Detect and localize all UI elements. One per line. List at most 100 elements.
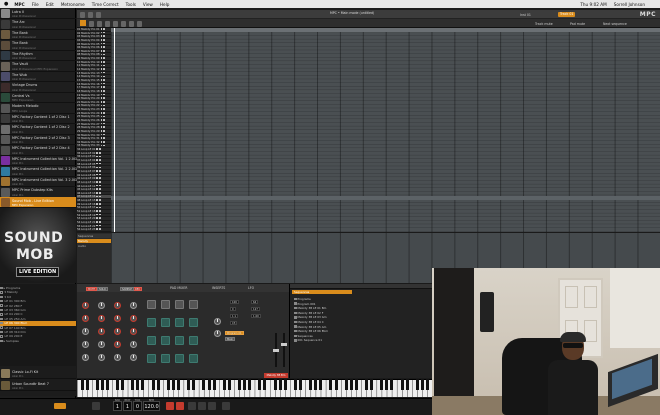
checkbox-icon[interactable] bbox=[0, 326, 3, 329]
expansion-item[interactable]: Central Vs MPC Expansion bbox=[0, 92, 76, 103]
menu-file[interactable]: File bbox=[32, 2, 39, 7]
program-select[interactable]: Program 01 bbox=[225, 331, 244, 335]
track-solo-icon[interactable] bbox=[98, 195, 101, 198]
menu-edit[interactable]: Edit bbox=[46, 2, 54, 7]
checkbox-icon[interactable] bbox=[0, 330, 3, 334]
menu-tools[interactable]: Tools bbox=[126, 2, 136, 7]
track-mute-icon[interactable] bbox=[96, 148, 98, 150]
black-key[interactable] bbox=[309, 379, 313, 390]
track-solo-icon[interactable] bbox=[103, 137, 105, 139]
track-mute-icon[interactable] bbox=[100, 79, 103, 81]
redo-icon[interactable] bbox=[137, 21, 142, 27]
pad[interactable] bbox=[189, 336, 198, 345]
menu-metronome[interactable]: Metronome bbox=[61, 2, 85, 7]
knob[interactable] bbox=[130, 354, 137, 361]
program-row[interactable]: Programs bbox=[294, 297, 311, 301]
knob[interactable] bbox=[130, 341, 137, 348]
track-mute-icon[interactable] bbox=[100, 93, 103, 96]
label-track-mute[interactable]: Track mute bbox=[535, 22, 553, 26]
track-mute-icon[interactable] bbox=[100, 133, 103, 136]
black-key[interactable] bbox=[380, 379, 384, 390]
black-key[interactable] bbox=[116, 379, 120, 390]
program-browser-highlight[interactable]: Sequences bbox=[292, 290, 352, 294]
track-solo-icon[interactable] bbox=[98, 170, 101, 172]
expansion-item[interactable]: Sound Mob - Live Edition MPC Expansion bbox=[0, 197, 76, 208]
track-solo-icon[interactable] bbox=[103, 46, 105, 48]
track-solo-icon[interactable] bbox=[98, 210, 101, 212]
knob[interactable] bbox=[130, 302, 137, 309]
track-mute-icon[interactable] bbox=[100, 101, 103, 103]
track-mute-icon[interactable] bbox=[100, 75, 103, 78]
black-key[interactable] bbox=[243, 379, 247, 390]
track-solo-icon[interactable] bbox=[98, 224, 101, 227]
black-key[interactable] bbox=[166, 379, 170, 390]
timeline-selection[interactable] bbox=[111, 28, 660, 32]
track-solo-icon[interactable] bbox=[103, 35, 105, 38]
track-mute-icon[interactable] bbox=[96, 221, 98, 223]
track-mute-icon[interactable] bbox=[96, 151, 98, 154]
checkbox-icon[interactable] bbox=[0, 321, 3, 325]
track-mute-icon[interactable] bbox=[100, 104, 103, 107]
expansion-item[interactable]: MPC Instrument Collection Vol. 3 2.0GHz A… bbox=[0, 176, 81, 187]
track-mute-icon[interactable] bbox=[100, 111, 103, 114]
black-key[interactable] bbox=[258, 379, 262, 390]
track-solo-icon[interactable] bbox=[98, 177, 101, 180]
black-key[interactable] bbox=[263, 379, 267, 390]
undo-icon[interactable] bbox=[129, 21, 134, 27]
track-solo-icon[interactable] bbox=[98, 159, 101, 161]
draw-tool-icon[interactable] bbox=[105, 21, 110, 27]
track-solo-icon[interactable] bbox=[103, 101, 105, 103]
black-key[interactable] bbox=[415, 379, 419, 390]
knob[interactable] bbox=[98, 302, 105, 309]
checkbox-icon[interactable] bbox=[0, 286, 3, 290]
black-key[interactable] bbox=[80, 379, 84, 390]
track-mute-icon[interactable] bbox=[100, 141, 103, 143]
track-solo-icon[interactable] bbox=[103, 82, 105, 85]
knob[interactable] bbox=[114, 315, 121, 322]
track-mute-icon[interactable] bbox=[96, 210, 98, 212]
pad[interactable] bbox=[161, 336, 170, 345]
black-key[interactable] bbox=[131, 379, 135, 390]
metronome-icon[interactable] bbox=[92, 402, 100, 410]
black-key[interactable] bbox=[151, 379, 155, 390]
main-mode-button[interactable] bbox=[80, 12, 85, 18]
black-key[interactable] bbox=[405, 379, 409, 390]
expansion-item[interactable]: MPC Factory Content 1 of 2 Disc 1 Akai Pr… bbox=[0, 113, 76, 124]
track-mute-icon[interactable] bbox=[100, 35, 103, 38]
track-solo-icon[interactable] bbox=[98, 228, 101, 230]
track-solo-icon[interactable] bbox=[98, 188, 101, 190]
expansion-item[interactable]: MPC Factory Content 1 of 2 Disc 2 Akai Pr… bbox=[0, 124, 76, 135]
black-key[interactable] bbox=[136, 379, 140, 390]
pad[interactable] bbox=[175, 318, 184, 327]
track-solo-icon[interactable] bbox=[98, 199, 101, 201]
output-fader-cap[interactable] bbox=[281, 343, 287, 346]
black-key[interactable] bbox=[227, 379, 231, 390]
browser-button[interactable] bbox=[88, 12, 93, 18]
bar-counter[interactable]: BAR 1 bbox=[113, 399, 122, 411]
knob[interactable] bbox=[82, 341, 89, 348]
output-select[interactable]: Main bbox=[225, 337, 235, 341]
track-mute-icon[interactable] bbox=[100, 53, 103, 56]
track-mute-icon[interactable] bbox=[96, 162, 98, 165]
expansion-item[interactable]: Lutra II Akai Professional bbox=[0, 8, 76, 19]
expansion-item[interactable]: MPC Factory Content 2 of 2 Disc 3 Akai Pr… bbox=[0, 134, 76, 145]
track-mute-icon[interactable] bbox=[100, 71, 103, 74]
rec-button[interactable]: REC bbox=[133, 287, 143, 291]
track-mute-icon[interactable] bbox=[96, 170, 98, 172]
track-solo-icon[interactable] bbox=[98, 217, 101, 220]
track-solo-icon[interactable] bbox=[98, 184, 101, 187]
bpm-display[interactable]: BPM 120.0 bbox=[143, 399, 160, 411]
black-key[interactable] bbox=[207, 379, 211, 390]
track-solo-icon[interactable] bbox=[103, 108, 105, 110]
black-key[interactable] bbox=[273, 379, 277, 390]
black-key[interactable] bbox=[298, 379, 302, 390]
track-solo-icon[interactable] bbox=[98, 162, 101, 165]
track-mute-icon[interactable] bbox=[96, 195, 98, 198]
track-mute-icon[interactable] bbox=[96, 224, 98, 227]
expansion-item[interactable]: Vintage Drums Akai Professional bbox=[0, 82, 76, 93]
track-row[interactable]: 56 Loop LE 23 bbox=[77, 228, 111, 232]
track-solo-icon[interactable] bbox=[103, 111, 105, 114]
pad[interactable] bbox=[175, 336, 184, 345]
pad[interactable] bbox=[189, 318, 198, 327]
black-key[interactable] bbox=[177, 379, 181, 390]
